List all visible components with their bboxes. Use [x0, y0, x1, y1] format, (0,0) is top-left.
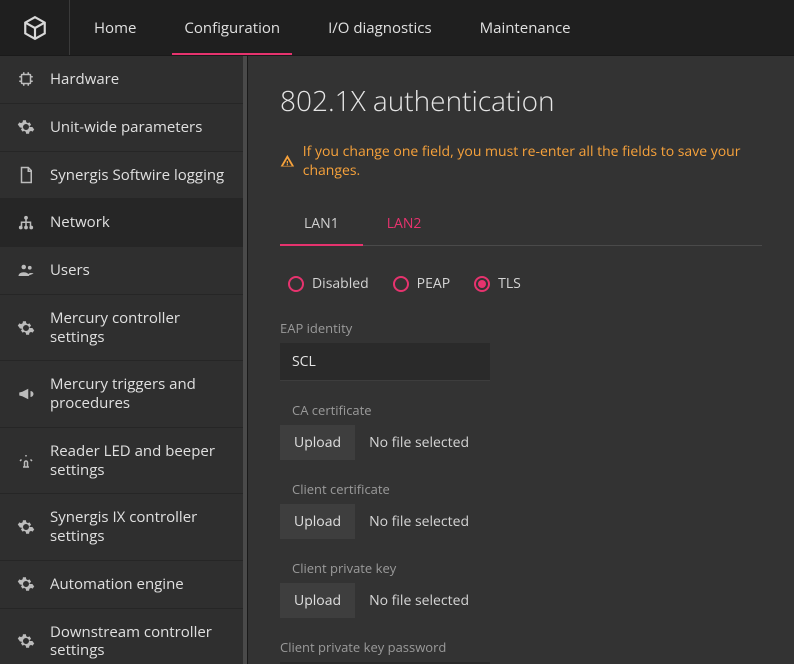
sidebar-item-downstream-controller-settings[interactable]: Downstream controller settings	[0, 609, 247, 664]
sidebar-item-mercury-triggers-and-procedures[interactable]: Mercury triggers and procedures	[0, 361, 247, 428]
gear-icon	[16, 518, 36, 536]
warning-banner: If you change one field, you must re-ent…	[280, 142, 762, 180]
radio-peap[interactable]: PEAP	[393, 274, 450, 293]
radio-circle-icon	[474, 276, 490, 292]
tab-lan2[interactable]: LAN2	[363, 204, 446, 245]
field-eap-identity: EAP identity	[280, 319, 762, 381]
document-icon	[16, 166, 36, 184]
field-label: Client private key	[280, 559, 762, 577]
file-status: No file selected	[369, 591, 469, 610]
sidebar-item-label: Downstream controller settings	[50, 623, 231, 661]
sidebar-item-label: Synergis Softwire logging	[50, 166, 231, 185]
megaphone-icon	[16, 385, 36, 403]
sidebar-item-synergis-softwire-logging[interactable]: Synergis Softwire logging	[0, 152, 247, 200]
sidebar-item-mercury-controller-settings[interactable]: Mercury controller settings	[0, 295, 247, 362]
gear-icon	[16, 319, 36, 337]
warning-text: If you change one field, you must re-ent…	[303, 142, 762, 180]
radio-label: TLS	[498, 274, 521, 293]
auth-mode-radio-group: Disabled PEAP TLS	[288, 274, 762, 293]
brand-logo[interactable]	[0, 0, 70, 55]
field-ca-certificate: CA certificate Upload No file selected	[280, 401, 762, 460]
sidebar-item-label: Users	[50, 261, 231, 280]
tab-lan1[interactable]: LAN1	[280, 204, 363, 245]
file-status: No file selected	[369, 433, 469, 452]
field-label: Client private key password	[280, 638, 762, 656]
sidebar-item-label: Automation engine	[50, 575, 231, 594]
nav-home[interactable]: Home	[70, 0, 160, 55]
radio-tls[interactable]: TLS	[474, 274, 521, 293]
field-client-private-key: Client private key Upload No file select…	[280, 559, 762, 618]
sidebar-item-label: Mercury controller settings	[50, 309, 231, 347]
field-client-private-key-password: Client private key password	[280, 638, 762, 664]
page-title: 802.1X authentication	[280, 82, 762, 120]
radio-circle-icon	[393, 276, 409, 292]
top-nav: Home Configuration I/O diagnostics Maint…	[0, 0, 794, 56]
sidebar-item-synergis-ix-controller-settings[interactable]: Synergis IX controller settings	[0, 494, 247, 561]
field-label: Client certificate	[280, 480, 762, 498]
sidebar-item-automation-engine[interactable]: Automation engine	[0, 561, 247, 609]
users-icon	[16, 261, 36, 279]
warning-icon	[280, 153, 295, 169]
gear-icon	[16, 575, 36, 593]
sidebar-item-users[interactable]: Users	[0, 247, 247, 295]
gear-icon	[16, 632, 36, 650]
sidebar-item-label: Hardware	[50, 70, 231, 89]
radio-label: PEAP	[417, 274, 450, 293]
radio-label: Disabled	[312, 274, 369, 293]
file-status: No file selected	[369, 512, 469, 531]
radio-disabled[interactable]: Disabled	[288, 274, 369, 293]
lan-tabs: LAN1 LAN2	[280, 204, 762, 246]
sidebar-item-label: Unit-wide parameters	[50, 118, 231, 137]
field-label: CA certificate	[280, 401, 762, 419]
sidebar-item-reader-led-and-beeper-settings[interactable]: Reader LED and beeper settings	[0, 428, 247, 495]
chip-icon	[16, 70, 36, 88]
upload-ca-cert-button[interactable]: Upload	[280, 425, 355, 460]
logo-icon	[22, 15, 48, 41]
sidebar-item-label: Reader LED and beeper settings	[50, 442, 231, 480]
content-area: 802.1X authentication If you change one …	[248, 56, 794, 664]
sidebar-item-unit-wide-parameters[interactable]: Unit-wide parameters	[0, 104, 247, 152]
sidebar: Hardware Unit-wide parameters Synergis S…	[0, 56, 248, 664]
field-label: EAP identity	[280, 319, 762, 337]
eap-identity-input[interactable]	[280, 343, 490, 381]
sidebar-item-label: Mercury triggers and procedures	[50, 375, 231, 413]
beacon-icon	[16, 452, 36, 470]
upload-client-cert-button[interactable]: Upload	[280, 504, 355, 539]
upload-client-key-button[interactable]: Upload	[280, 583, 355, 618]
sidebar-item-network[interactable]: Network	[0, 199, 247, 247]
nav-maintenance[interactable]: Maintenance	[456, 0, 595, 55]
network-icon	[16, 214, 36, 232]
sidebar-item-label: Network	[50, 213, 231, 232]
sidebar-item-hardware[interactable]: Hardware	[0, 56, 247, 104]
sidebar-item-label: Synergis IX controller settings	[50, 508, 231, 546]
nav-configuration[interactable]: Configuration	[160, 0, 304, 55]
gear-icon	[16, 118, 36, 136]
nav-io-diagnostics[interactable]: I/O diagnostics	[304, 0, 456, 55]
field-client-certificate: Client certificate Upload No file select…	[280, 480, 762, 539]
radio-circle-icon	[288, 276, 304, 292]
